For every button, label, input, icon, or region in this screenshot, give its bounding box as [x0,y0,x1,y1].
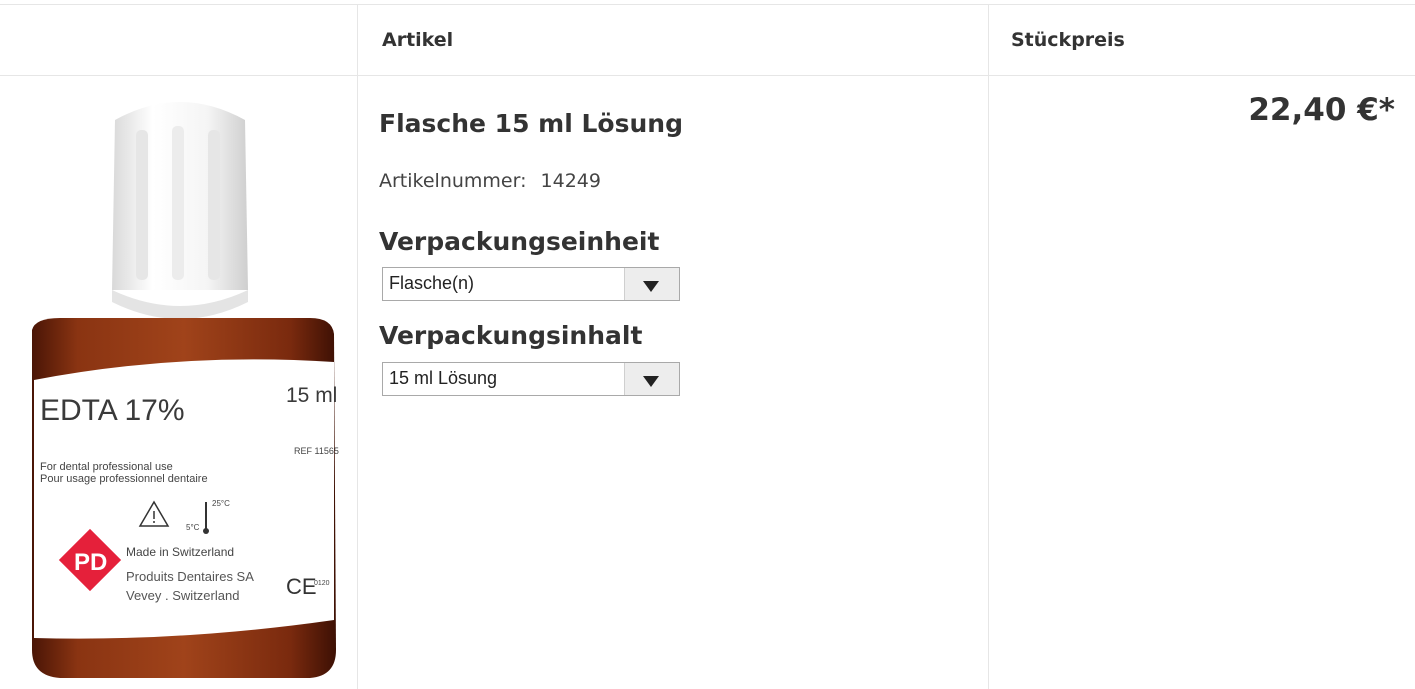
temp-high: 25°C [212,499,230,508]
table-top-border [0,4,1415,5]
product-table: Artikel Stückpreis EDTA 17% 15 ml REF 11… [0,0,1415,689]
article-number-label: Artikelnummer: [379,170,527,192]
packaging-content-dropdown-button[interactable] [624,363,679,395]
header-article: Artikel [382,29,454,51]
made-in: Made in Switzerland [126,545,234,559]
maker-city: Vevey . Switzerland [126,588,239,603]
header-unit-price: Stückpreis [1011,29,1125,51]
label-volume: 15 ml [286,384,337,407]
product-image[interactable]: EDTA 17% 15 ml REF 11565 For dental prof… [20,90,340,680]
unit-price: 22,40 €* [1248,92,1395,128]
column-divider-1 [357,4,358,689]
temp-low: 5°C [186,523,200,532]
packaging-unit-select[interactable]: Flasche(n) [382,267,680,301]
label-line-2: Pour usage professionnel dentaire [40,473,208,485]
ce-number: 0120 [314,580,330,587]
label-title: EDTA 17% [40,394,185,427]
packaging-unit-dropdown-button[interactable] [624,268,679,300]
packaging-content-select[interactable]: 15 ml Lösung [382,362,680,396]
label-ref: REF 11565 [294,446,339,456]
chevron-down-icon [643,376,659,387]
ce-mark-text: CE [286,574,317,599]
chevron-down-icon [643,281,659,292]
bottle-label: EDTA 17% 15 ml REF 11565 For dental prof… [34,359,339,639]
bottle-cap [112,102,248,319]
packaging-unit-title: Verpackungseinheit [379,227,660,256]
pd-logo-text: PD [74,549,107,576]
packaging-content-value: 15 ml Lösung [389,368,498,388]
article-number-value: 14249 [540,170,601,192]
maker: Produits Dentaires SA [126,569,254,584]
packaging-unit-value: Flasche(n) [389,273,475,293]
column-divider-2 [988,4,989,689]
label-line-1: For dental professional use [40,461,173,473]
packaging-content-title: Verpackungsinhalt [379,321,643,350]
product-title[interactable]: Flasche 15 ml Lösung [379,109,683,138]
header-bottom-border [0,75,1415,76]
article-number: Artikelnummer: 14249 [379,170,601,192]
